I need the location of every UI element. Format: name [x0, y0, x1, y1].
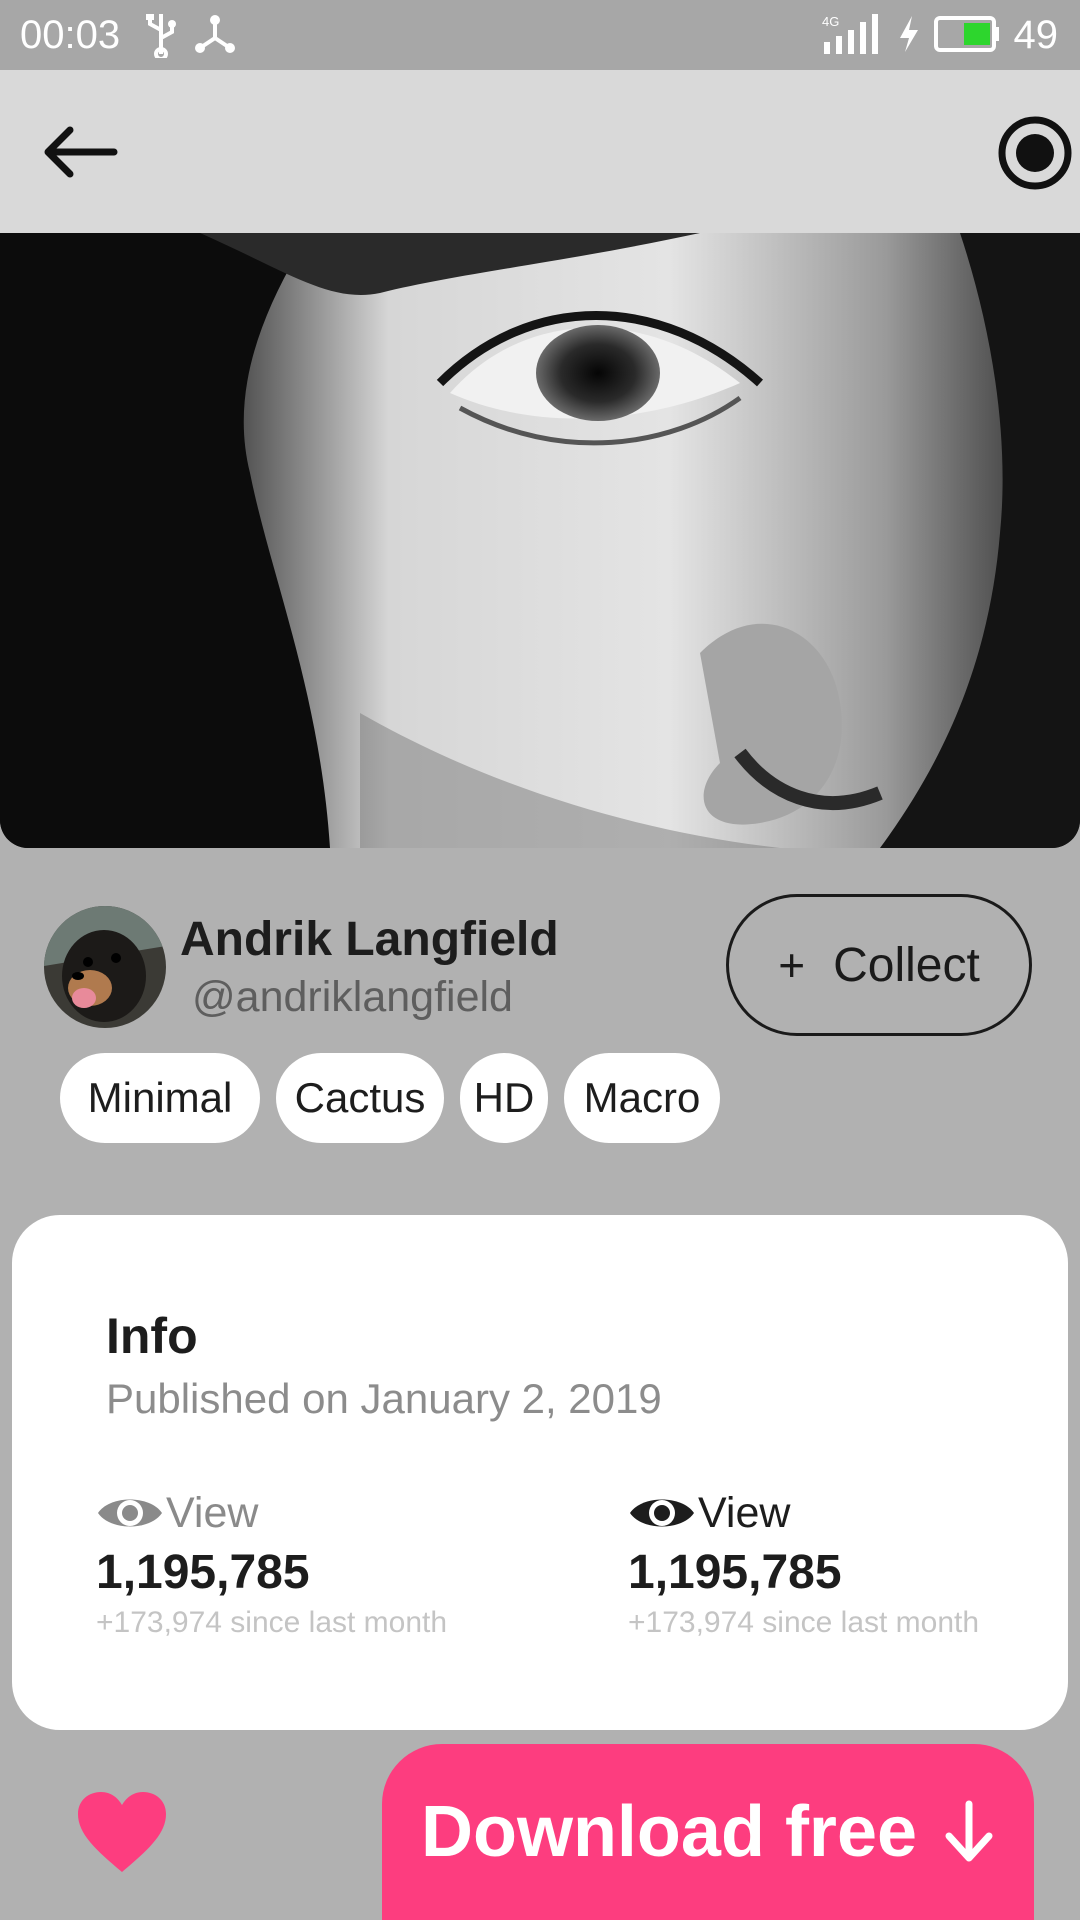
avatar[interactable] — [44, 906, 166, 1028]
published-date: Published on January 2, 2019 — [106, 1375, 662, 1422]
battery-level: 49 — [1013, 13, 1059, 57]
stat-label: View — [166, 1488, 259, 1537]
tag-chip[interactable]: HD — [460, 1053, 548, 1143]
app-bar — [0, 70, 1080, 233]
author-name[interactable]: Andrik Langfield — [180, 912, 559, 968]
collect-button[interactable]: + Collect — [726, 894, 1032, 1036]
info-title: Info — [106, 1308, 198, 1364]
signal-icon: 4G — [820, 12, 880, 61]
tag-label: HD — [473, 1074, 535, 1121]
download-label: Download free — [420, 1792, 918, 1872]
tag-label: Macro — [583, 1074, 701, 1121]
like-button[interactable] — [76, 1790, 168, 1876]
record-button[interactable] — [996, 114, 1074, 192]
tag-chip[interactable]: Macro — [564, 1053, 720, 1143]
heart-icon — [78, 1792, 166, 1872]
view-stat: View 1,195,785 +173,974 since last month — [628, 1485, 1048, 1640]
status-bar: 00:03 4G 49 — [0, 0, 1080, 70]
collect-label: Collect — [833, 938, 980, 992]
stat-delta: +173,974 since last month — [96, 1606, 448, 1639]
tag-label: Cactus — [294, 1074, 426, 1121]
svg-text:4G: 4G — [822, 14, 839, 29]
tag-chip[interactable]: Minimal — [60, 1053, 260, 1143]
author-handle[interactable]: @andriklangfield — [192, 970, 513, 1024]
battery-icon — [932, 12, 1000, 61]
record-icon — [998, 116, 1072, 190]
stat-value: 1,195,785 — [96, 1546, 310, 1599]
arrow-down-icon — [945, 1800, 993, 1862]
plus-icon: + — [778, 939, 806, 991]
eye-icon — [98, 1499, 162, 1527]
status-time: 00:03 — [20, 13, 121, 57]
tag-chip[interactable]: Cactus — [276, 1053, 444, 1143]
view-stat: View 1,195,785 +173,974 since last month — [96, 1485, 516, 1640]
back-button[interactable] — [40, 124, 120, 180]
download-button[interactable]: Download free — [382, 1744, 1034, 1920]
charging-icon — [896, 12, 922, 61]
eye-icon — [630, 1499, 694, 1527]
share-hub-icon — [194, 12, 236, 61]
portrait-image — [0, 233, 1080, 848]
usb-icon — [144, 12, 178, 63]
dog-avatar-image — [44, 906, 166, 1028]
info-card: Info Published on January 2, 2019 View 1… — [12, 1215, 1068, 1730]
arrow-left-icon — [44, 126, 118, 178]
photo[interactable] — [0, 233, 1080, 848]
stat-value: 1,195,785 — [628, 1546, 842, 1599]
tag-label: Minimal — [87, 1074, 233, 1121]
stat-label: View — [698, 1488, 791, 1537]
stat-delta: +173,974 since last month — [628, 1606, 980, 1639]
